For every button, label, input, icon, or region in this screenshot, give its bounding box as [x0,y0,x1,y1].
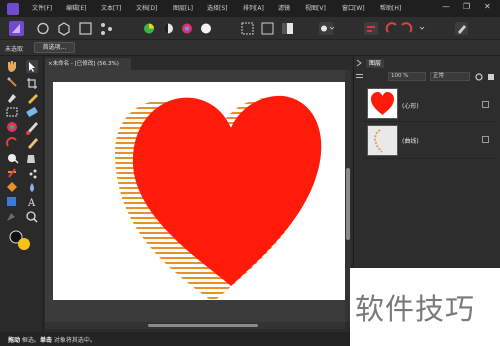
blend-mode-select[interactable]: 正常 [430,72,470,81]
selection-status-label: 未选取 [5,46,24,53]
artistic-text-icon[interactable]: A [27,198,36,209]
layer-thumbnail [367,88,398,119]
eraser-tool-icon[interactable] [26,106,38,118]
transparency-tool-icon[interactable] [8,154,19,164]
menu-edit[interactable]: 编辑[E] [66,3,86,12]
crop-tool-icon[interactable] [27,78,37,89]
layer-visibility-checkbox[interactable] [482,136,489,143]
menu-text[interactable]: 文本[T] [101,3,121,12]
curve-thumbnail-icon [374,129,383,153]
text-tool-icon[interactable] [29,169,37,179]
vertical-scroll-thumb[interactable] [346,168,350,240]
status-hint: 拖动 框选。单击 对象将其选中。 [8,337,96,344]
panel-menu-icon[interactable] [355,72,365,82]
layer-thumbnail [367,125,398,156]
white-balance-icon[interactable] [201,23,211,34]
preferences-button[interactable]: 首选项... [34,42,75,53]
fill-bucket-icon[interactable] [27,155,35,163]
node-tool-icon[interactable] [7,77,17,87]
heart-thumbnail-icon [371,92,394,115]
menu-filters[interactable]: 滤镜 [278,3,290,12]
tab-layers[interactable]: 图层 [366,59,384,68]
panel-expand-icon[interactable] [355,58,365,68]
rectangle-select-icon[interactable] [6,107,18,117]
select-all-icon[interactable] [261,22,274,35]
menu-layer[interactable]: 图层[L] [173,3,193,12]
pen-tool-icon[interactable] [8,94,16,103]
menu-help[interactable]: 帮助[H] [380,3,401,12]
share-icon[interactable] [101,23,105,27]
layer-visibility-checkbox[interactable] [482,101,489,108]
blur-tool-icon[interactable] [30,183,34,192]
pixel-persona-icon[interactable] [37,22,49,35]
context-toolbar [0,40,500,56]
shape-tool-icon[interactable] [8,168,16,178]
maximize-icon[interactable]: ❐ [463,2,470,11]
menu-arrange[interactable]: 排列[A] [243,3,264,12]
gear-icon[interactable] [475,73,483,81]
menu-view[interactable]: 视图[V] [305,3,326,12]
document-tab[interactable]: ×未命名 - [已修改] (56.3%) [45,58,131,70]
color-swatch-icon[interactable] [9,230,30,250]
gradient-tool-icon[interactable] [6,137,17,147]
tool-icons: A [6,60,38,250]
snap-magnet-icon[interactable] [385,22,397,33]
close-icon[interactable]: ✕ [484,2,491,11]
hand-tool-icon[interactable] [8,61,16,72]
marquee-icon[interactable] [241,22,254,35]
layer-name-curve[interactable]: (曲线) [402,136,419,145]
rectangle-tool-icon[interactable] [7,197,16,206]
svg-text:A: A [27,198,36,209]
horizontal-scroll-thumb[interactable] [148,324,258,327]
paint-brush-icon[interactable] [26,122,38,135]
pencil-tool-icon[interactable] [28,94,38,104]
app-logo-icon[interactable] [7,3,19,15]
watermark-text: 软件技巧 [355,292,476,326]
zoom-tool-icon[interactable] [26,211,38,223]
layer-name-heart[interactable]: (心形) [402,101,419,110]
move-tool-icon[interactable] [26,60,38,73]
fill-tool-icon[interactable] [7,213,15,221]
opacity-field[interactable]: 100 % [388,72,426,81]
lock-icon[interactable] [488,74,494,80]
menu-file[interactable]: 文件[F] [32,3,52,12]
color-fill-icon[interactable] [7,122,17,132]
document-setup-icon[interactable] [79,22,92,35]
toolbar-icons [9,21,468,36]
menu-select[interactable]: 选择[S] [207,3,228,12]
export-persona-icon[interactable] [58,22,70,36]
sharpen-tool-icon[interactable] [7,182,17,192]
canvas-artwork [115,95,322,300]
align-icon[interactable] [364,22,378,35]
brush-icon[interactable] [28,138,38,149]
menu-document[interactable]: 文档[D] [136,3,157,12]
panel-settings-icons [475,73,494,81]
minimize-icon[interactable]: — [442,2,450,11]
menu-window[interactable]: 窗口[W] [342,3,365,12]
